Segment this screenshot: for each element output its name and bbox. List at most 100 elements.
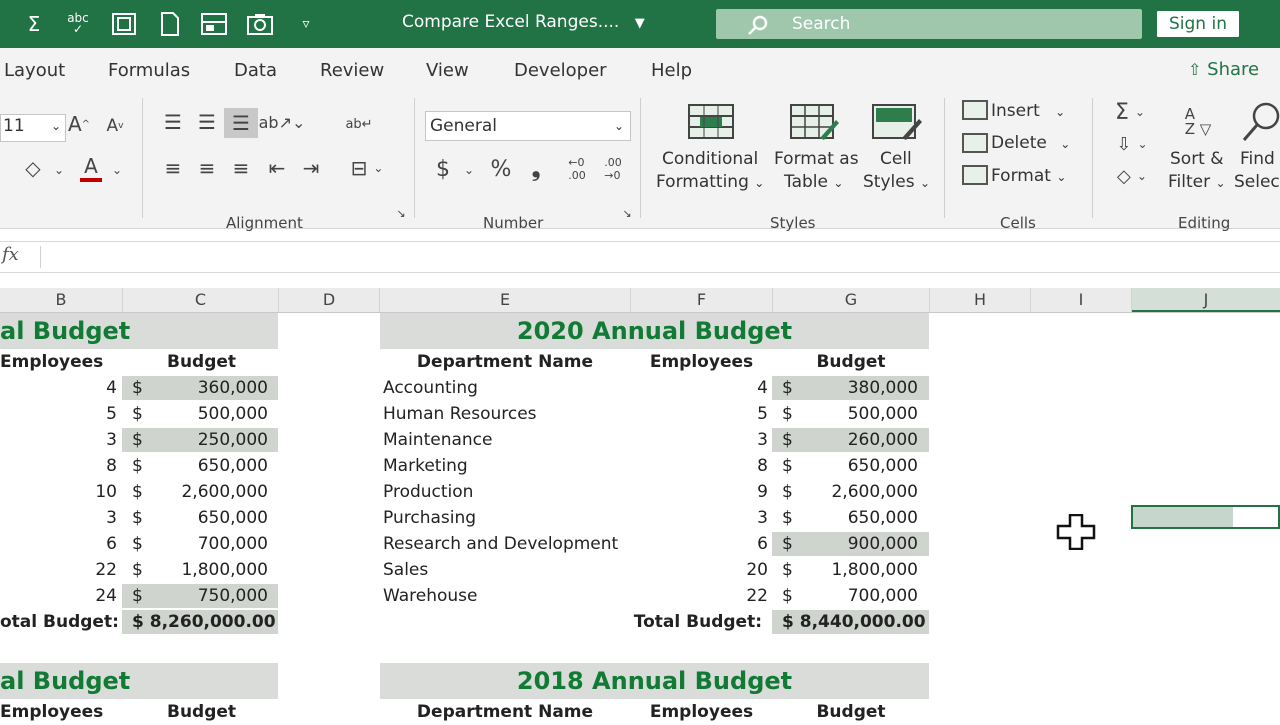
left-cell-currency[interactable]: $: [132, 375, 143, 401]
right-cell-dept[interactable]: Maintenance: [383, 427, 492, 453]
right-cell-dept[interactable]: Production: [383, 479, 473, 505]
column-header-c[interactable]: C: [123, 288, 279, 312]
left-cell-budget[interactable]: 1,800,000: [150, 557, 268, 583]
right-cell-employees[interactable]: 6: [631, 531, 768, 557]
left-cell-budget[interactable]: 650,000: [150, 453, 268, 479]
dialog-launcher-icon[interactable]: ↘: [620, 206, 634, 220]
left-cell-budget[interactable]: 500,000: [150, 401, 268, 427]
percent-icon[interactable]: %: [484, 154, 518, 184]
left-cell-currency[interactable]: $: [132, 583, 143, 609]
right-cell-dept[interactable]: Human Resources: [383, 401, 537, 427]
right-cell-employees[interactable]: 9: [631, 479, 768, 505]
dialog-launcher-icon[interactable]: ↘: [394, 206, 408, 220]
left-cell-employees[interactable]: 24: [0, 583, 117, 609]
right-total-label[interactable]: Total Budget:: [600, 609, 762, 635]
decrease-indent-icon[interactable]: ⇤: [262, 154, 292, 182]
column-header-j[interactable]: J: [1132, 288, 1280, 312]
chevron-down-icon[interactable]: ⌄: [462, 156, 476, 184]
right-cell-employees[interactable]: 20: [631, 557, 768, 583]
left-cell-employees[interactable]: 6: [0, 531, 117, 557]
tab-formulas[interactable]: Formulas: [108, 60, 190, 81]
font-color-icon[interactable]: A: [76, 152, 106, 184]
tab-data[interactable]: Data: [234, 60, 277, 81]
left-cell-currency[interactable]: $: [132, 505, 143, 531]
column-header-d[interactable]: D: [279, 288, 380, 312]
left-cell-employees[interactable]: 3: [0, 505, 117, 531]
spelling-icon[interactable]: abc ✓: [62, 9, 94, 39]
right-cell-dept[interactable]: Warehouse: [383, 583, 477, 609]
fill-color-icon[interactable]: ◇: [18, 154, 48, 182]
column-header-f[interactable]: F: [631, 288, 773, 312]
right-header-employees[interactable]: Employees: [631, 349, 772, 375]
right-header-budget[interactable]: Budget: [773, 349, 929, 375]
middle-align-icon[interactable]: ☰: [192, 108, 222, 136]
right-cell-budget[interactable]: 500,000: [800, 401, 918, 427]
right-cell-budget[interactable]: 900,000: [800, 531, 918, 557]
decrease-decimal-icon[interactable]: .00 →0: [596, 154, 630, 184]
comma-style-icon[interactable]: ❟: [524, 154, 548, 184]
right-cell-budget[interactable]: 1,800,000: [800, 557, 918, 583]
left-cell-budget[interactable]: 650,000: [150, 505, 268, 531]
align-left-icon[interactable]: ≡: [158, 154, 188, 182]
right-table-title[interactable]: 2020 Annual Budget: [380, 313, 929, 349]
form-icon[interactable]: [108, 9, 140, 39]
right-cell-budget[interactable]: 650,000: [800, 453, 918, 479]
left-cell-budget[interactable]: 750,000: [150, 583, 268, 609]
right-cell-budget[interactable]: 380,000: [800, 375, 918, 401]
left-header-budget[interactable]: Budget: [167, 349, 236, 375]
left-cell-budget[interactable]: 2,600,000: [150, 479, 268, 505]
right-cell-currency[interactable]: $: [782, 479, 793, 505]
column-header-h[interactable]: H: [930, 288, 1031, 312]
right-cell-dept[interactable]: Research and Development: [383, 531, 618, 557]
left-cell-employees[interactable]: 3: [0, 427, 117, 453]
right-second-title[interactable]: 2018 Annual Budget: [380, 663, 929, 699]
left-cell-employees[interactable]: 4: [0, 375, 117, 401]
right-cell-currency[interactable]: $: [782, 453, 793, 479]
left-cell-currency[interactable]: $: [132, 479, 143, 505]
customize-icon[interactable]: ▿: [290, 9, 322, 39]
right-cell-currency[interactable]: $: [782, 401, 793, 427]
currency-icon[interactable]: $: [430, 154, 456, 184]
right-cell-currency[interactable]: $: [782, 583, 793, 609]
right-cell-budget[interactable]: 700,000: [800, 583, 918, 609]
left-second-header-budget[interactable]: Budget: [167, 699, 236, 725]
increase-decimal-icon[interactable]: ←0.00: [560, 154, 594, 184]
left-header-employees[interactable]: Employees: [0, 349, 103, 375]
left-total-value[interactable]: $ 8,260,000.00: [132, 609, 276, 635]
right-cell-budget[interactable]: 650,000: [800, 505, 918, 531]
left-cell-employees[interactable]: 8: [0, 453, 117, 479]
right-cell-employees[interactable]: 4: [631, 375, 768, 401]
chevron-down-icon[interactable]: ⌄: [110, 156, 124, 184]
number-format-select[interactable]: General ⌄: [425, 111, 631, 141]
right-cell-dept[interactable]: Sales: [383, 557, 428, 583]
right-cell-dept[interactable]: Marketing: [383, 453, 468, 479]
wrap-text-icon[interactable]: ab↵: [344, 108, 374, 140]
bottom-align-icon[interactable]: ☰: [224, 108, 258, 138]
sign-in-button[interactable]: Sign in: [1157, 11, 1239, 37]
clear-icon[interactable]: ◇ ⌄: [1108, 162, 1156, 190]
fill-icon[interactable]: ⇩ ⌄: [1108, 130, 1156, 158]
font-size-select[interactable]: 11 ⌄: [0, 114, 66, 142]
document-title[interactable]: Compare Excel Ranges.... ▼: [402, 12, 645, 32]
formula-input[interactable]: [48, 245, 1248, 269]
tab-developer[interactable]: Developer: [514, 60, 607, 81]
align-center-icon[interactable]: ≡: [192, 154, 222, 182]
top-align-icon[interactable]: ☰: [158, 108, 188, 136]
autosum-icon[interactable]: Σ ⌄: [1108, 98, 1152, 126]
autosum-icon[interactable]: Σ: [18, 9, 50, 39]
column-header-b[interactable]: B: [0, 288, 123, 312]
view-icon[interactable]: [198, 9, 230, 39]
right-cell-employees[interactable]: 3: [631, 505, 768, 531]
share-button[interactable]: ⇧ Share: [1188, 59, 1259, 80]
right-second-header-budget[interactable]: Budget: [773, 699, 929, 725]
new-doc-icon[interactable]: [154, 9, 186, 39]
left-cell-budget[interactable]: 360,000: [150, 375, 268, 401]
column-header-e[interactable]: E: [380, 288, 631, 312]
left-cell-budget[interactable]: 700,000: [150, 531, 268, 557]
increase-font-icon[interactable]: A ^: [66, 110, 92, 138]
right-header-dept[interactable]: Department Name: [380, 349, 630, 375]
left-total-label[interactable]: otal Budget:: [0, 609, 119, 635]
align-right-icon[interactable]: ≡: [226, 154, 256, 182]
column-header-i[interactable]: I: [1031, 288, 1132, 312]
right-cell-employees[interactable]: 3: [631, 427, 768, 453]
